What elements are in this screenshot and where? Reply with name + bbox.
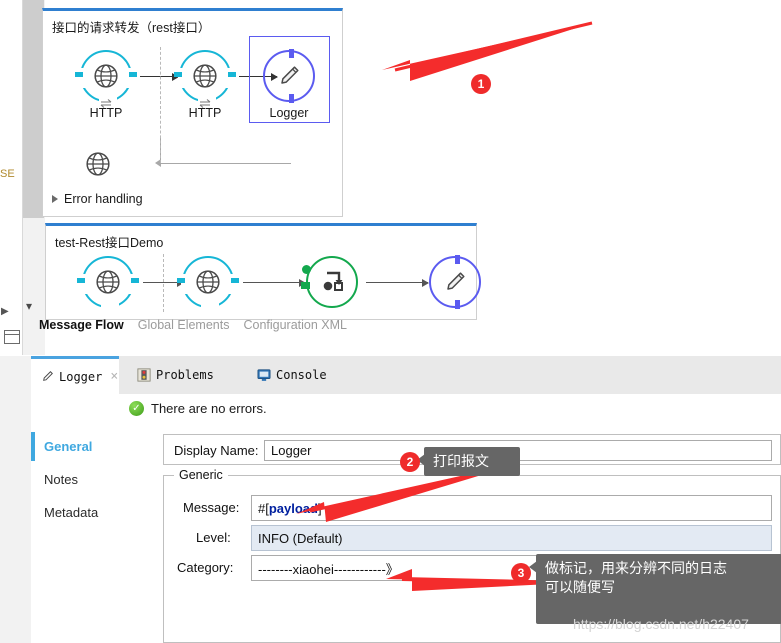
annotation-tooltip-2-text: 打印报文 <box>433 453 489 469</box>
nav-item-metadata[interactable]: Metadata <box>31 496 131 529</box>
flow-tab-configuration-xml[interactable]: Configuration XML <box>243 318 347 332</box>
properties-tabbar: Logger × Problems Console <box>31 356 781 395</box>
check-circle-icon: ✓ <box>129 401 144 416</box>
close-icon[interactable]: × <box>110 369 118 384</box>
pencil-icon <box>447 272 465 290</box>
ring-tick-bottom <box>288 94 294 103</box>
flow-node-error-source[interactable] <box>85 151 111 180</box>
watermark: https://blog.csdn.net/h22407 <box>573 616 749 632</box>
node-label: HTTP <box>188 106 222 120</box>
nav-item-notes[interactable]: Notes <box>31 463 131 496</box>
node-label: Logger <box>269 106 309 120</box>
flow-title: 接口的请求转发（rest接口） <box>52 21 211 35</box>
node-bar <box>301 282 310 289</box>
status-text: There are no errors. <box>151 401 267 416</box>
flow-divider-dashed <box>160 47 161 163</box>
connector-f2-2 <box>243 278 306 287</box>
nav-item-general[interactable]: General <box>31 430 131 463</box>
display-name-value: Logger <box>271 443 312 458</box>
node-stub-right <box>129 72 137 77</box>
tab-console[interactable]: Console <box>247 356 337 394</box>
rail-expand-icon[interactable]: ▶ <box>1 307 9 317</box>
properties-nav: General Notes Metadata <box>31 430 131 529</box>
globe-icon <box>96 270 120 294</box>
globe-icon <box>86 152 110 176</box>
chevron-down-icon[interactable]: ▾ <box>26 300 32 312</box>
node-stub-right <box>228 72 236 77</box>
annotation-tooltip-3-line1: 做标记，用来分辨不同的日志 <box>545 560 727 576</box>
node-label: HTTP <box>89 106 123 120</box>
tab-logger-label: Logger <box>59 369 103 384</box>
flow-tab-message-flow[interactable]: Message Flow <box>39 318 124 332</box>
nav-item-metadata-label: Metadata <box>44 505 99 520</box>
tab-problems-label: Problems <box>156 368 214 382</box>
nav-item-notes-label: Notes <box>44 472 78 487</box>
flow-card-2: test-Rest接口Demo <box>45 223 481 320</box>
message-label: Message: <box>183 500 240 515</box>
globe-icon <box>193 64 217 88</box>
pencil-icon <box>281 66 299 84</box>
flow-view-tabs: Message Flow Global Elements Configurati… <box>39 318 347 332</box>
ring-tick-top <box>288 49 294 58</box>
category-label: Category: <box>177 560 234 575</box>
return-path <box>160 136 291 164</box>
level-value: INFO (Default) <box>258 530 343 546</box>
screen-root: ▾ SE ▶ 接口的请求转发（rest接口） HTTP HTTP Logger … <box>0 0 781 643</box>
annotation-badge-3: 3 <box>511 563 531 583</box>
status-row: ✓ There are no errors. <box>129 401 267 416</box>
annotation-badge-2: 2 <box>400 452 420 472</box>
level-label: Level: <box>196 530 231 545</box>
connector-1 <box>140 72 179 81</box>
flow-title-2: test-Rest接口Demo <box>55 236 164 250</box>
problems-icon <box>137 368 151 382</box>
flow-card-1: 接口的请求转发（rest接口） HTTP HTTP Logger Error h… <box>42 8 343 217</box>
annotation-tooltip-3: 做标记，用来分辨不同的日志 可以随便写 <box>529 554 781 624</box>
level-select[interactable]: INFO (Default) <box>251 525 772 551</box>
properties-left-rail <box>0 356 32 643</box>
error-handling-section[interactable]: Error handling <box>52 192 143 206</box>
tab-logger[interactable]: Logger × <box>31 356 119 394</box>
nav-item-general-label: General <box>44 439 93 454</box>
node-stub-left <box>174 72 182 77</box>
flow-tab-global-elements[interactable]: Global Elements <box>138 318 230 332</box>
flow2-node-logger[interactable] <box>429 255 481 309</box>
flow2-node-http-2[interactable] <box>177 256 239 309</box>
flow-node-logger[interactable]: Logger <box>263 49 315 120</box>
connector-f2-3 <box>366 278 429 287</box>
tab-problems[interactable]: Problems <box>127 356 224 394</box>
panel-icon[interactable] <box>4 330 20 344</box>
console-icon <box>257 368 271 381</box>
flow2-node-http-1[interactable] <box>77 256 139 309</box>
message-value: #[payload] <box>258 500 322 516</box>
flow-node-http-1[interactable]: HTTP <box>75 50 137 120</box>
rail-label: SE <box>0 168 15 180</box>
globe-icon <box>196 270 220 294</box>
pencil-icon <box>43 371 53 381</box>
transform-icon <box>323 271 343 291</box>
flow-node-http-2[interactable]: HTTP <box>174 50 236 120</box>
display-name-label: Display Name: <box>174 443 259 458</box>
globe-icon <box>94 64 118 88</box>
expand-triangle-icon <box>52 195 58 203</box>
node-stub-left <box>75 72 83 77</box>
generic-group-title: Generic <box>174 468 228 482</box>
canvas-scrollbar-thumb[interactable] <box>23 0 44 218</box>
annotation-badge-1: 1 <box>471 74 491 94</box>
flow-canvas: 接口的请求转发（rest接口） HTTP HTTP Logger Error h… <box>39 0 781 355</box>
flow2-divider-dashed <box>163 254 164 312</box>
ide-rail: SE ▶ <box>0 0 23 355</box>
annotation-tooltip-3-line2: 可以随便写 <box>545 579 615 595</box>
category-value: --------xiaohei------------》 <box>258 561 399 577</box>
annotation-tooltip-2: 打印报文 <box>417 447 520 476</box>
message-input[interactable]: #[payload] <box>251 495 772 521</box>
node-dot <box>302 265 311 274</box>
error-handling-label: Error handling <box>64 192 143 206</box>
flow2-node-transform[interactable] <box>301 256 358 308</box>
tab-console-label: Console <box>276 368 327 382</box>
